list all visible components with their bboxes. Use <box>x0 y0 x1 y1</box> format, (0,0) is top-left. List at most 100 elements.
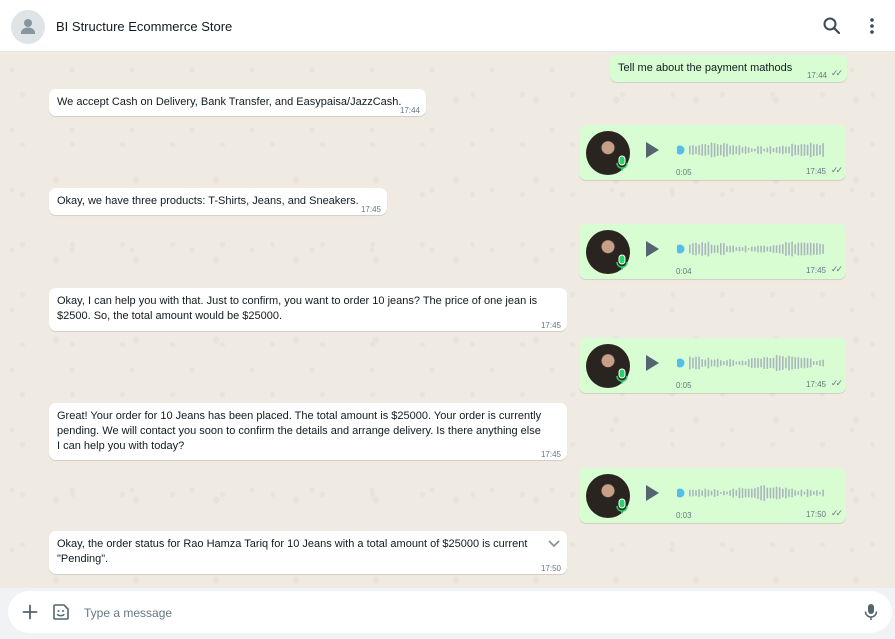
waveform-bar <box>692 145 694 155</box>
waveform-bar <box>803 144 806 156</box>
waveform-bar <box>713 143 716 157</box>
message-text: Okay, I can help you with that. Just to … <box>57 295 538 322</box>
message-list[interactable]: Tell me about the payment mathods 17:44 … <box>0 52 895 588</box>
waveform-bar <box>751 246 753 252</box>
waveform-bar <box>791 356 793 370</box>
waveform-bar <box>766 246 769 252</box>
waveform-bar <box>716 358 719 368</box>
waveform-bar <box>729 145 731 155</box>
waveform-bar <box>710 359 713 367</box>
message-menu-button[interactable] <box>533 531 567 555</box>
waveform-bar <box>704 488 707 498</box>
incoming-text-message[interactable]: Okay, I can help you with that. Just to … <box>49 288 567 331</box>
waveform-bar <box>713 359 716 367</box>
outgoing-voice-message[interactable]: 0:05 17:45 ✓✓ <box>579 338 846 393</box>
outgoing-voice-message[interactable]: 0:03 17:50 ✓✓ <box>579 468 846 523</box>
waveform-bar <box>698 489 700 497</box>
outgoing-voice-message[interactable]: 0:05 17:45 ✓✓ <box>579 125 846 180</box>
play-icon[interactable] <box>644 484 660 502</box>
waveform-bar <box>723 143 725 157</box>
waveform-bar <box>747 488 750 498</box>
message-input[interactable] <box>82 602 846 624</box>
waveform-bar <box>720 492 722 494</box>
outgoing-text-message[interactable]: Tell me about the payment mathods 17:44 … <box>610 55 847 82</box>
play-icon[interactable] <box>644 240 660 258</box>
waveform-bar <box>816 361 818 365</box>
waveform-bar <box>794 144 796 156</box>
plus-icon[interactable] <box>22 604 38 620</box>
contact-name[interactable]: BI Structure Ecommerce Store <box>56 19 232 34</box>
playhead-dot[interactable] <box>677 358 685 368</box>
voice-duration: 0:03 <box>676 511 692 520</box>
waveform-bar <box>701 242 703 256</box>
incoming-text-message[interactable]: Okay, the order status for Rao Hamza Tar… <box>49 531 567 574</box>
waveform-bar <box>707 145 710 155</box>
waveform-bar <box>791 241 793 257</box>
waveform-bar <box>732 488 734 498</box>
message-text: Tell me about the payment mathods <box>618 62 793 74</box>
waveform-bar <box>754 488 756 498</box>
waveform-bar <box>772 148 775 152</box>
waveform-bar <box>785 242 787 256</box>
double-check-icon: ✓✓ <box>830 378 843 388</box>
incoming-text-message[interactable]: Great! Your order for 10 Jeans has been … <box>49 403 567 460</box>
waveform-bar <box>732 145 734 155</box>
waveform-bar <box>769 358 772 368</box>
waveform-bar <box>741 147 744 153</box>
contact-avatar[interactable] <box>11 10 45 44</box>
message-text: Okay, the order status for Rao Hamza Tar… <box>57 538 528 565</box>
voice-waveform[interactable] <box>677 142 829 158</box>
waveform-bar <box>757 487 759 499</box>
waveform-bar <box>695 242 697 256</box>
message-time: 17:50 <box>805 510 826 519</box>
waveform-bar <box>769 246 772 252</box>
waveform-bar <box>778 146 781 154</box>
waveform-bar <box>692 489 694 497</box>
search-icon[interactable] <box>822 16 842 36</box>
playhead-dot[interactable] <box>677 145 685 155</box>
waveform-bar <box>772 357 775 369</box>
mic-icon[interactable] <box>864 603 878 621</box>
waveform-bar <box>803 491 806 495</box>
waveform-bar <box>704 144 707 156</box>
message-time: 17:45 <box>805 167 826 176</box>
waveform-bar <box>797 491 800 495</box>
waveform-bar <box>809 242 812 256</box>
waveform-bar <box>806 358 809 368</box>
waveform-bar <box>788 242 790 256</box>
waveform-bar <box>788 489 790 497</box>
waveform-bar <box>794 357 796 369</box>
message-text: We accept Cash on Delivery, Bank Transfe… <box>57 96 402 108</box>
incoming-text-message[interactable]: Okay, we have three products: T-Shirts, … <box>49 188 387 215</box>
sticker-icon[interactable] <box>52 603 70 621</box>
voice-duration: 0:05 <box>676 381 692 390</box>
voice-waveform[interactable] <box>677 355 829 371</box>
message-text: Okay, we have three products: T-Shirts, … <box>57 195 359 207</box>
voice-waveform[interactable] <box>677 241 829 257</box>
incoming-text-message[interactable]: We accept Cash on Delivery, Bank Transfe… <box>49 89 426 116</box>
voice-waveform[interactable] <box>677 485 829 501</box>
waveform-bar <box>707 357 710 369</box>
waveform-bar <box>738 246 741 252</box>
play-icon[interactable] <box>644 141 660 159</box>
kebab-menu-icon[interactable] <box>862 16 882 36</box>
playhead-dot[interactable] <box>677 244 685 254</box>
waveform-bar <box>701 490 703 496</box>
playhead-dot[interactable] <box>677 488 685 498</box>
waveform-bar <box>754 358 756 368</box>
waveform-bar <box>813 361 815 365</box>
waveform-bar <box>710 142 713 158</box>
waveform-bar <box>775 355 778 371</box>
waveform-bar <box>782 356 784 370</box>
mic-icon <box>616 155 628 171</box>
waveform-bar <box>766 147 769 153</box>
waveform-bar <box>806 144 809 156</box>
outgoing-voice-message[interactable]: 0:04 17:45 ✓✓ <box>579 224 846 279</box>
waveform-bar <box>782 145 784 155</box>
message-time: 17:50 <box>540 564 561 573</box>
waveform-bar <box>713 489 716 497</box>
waveform-bar <box>763 148 765 152</box>
waveform-bar <box>819 360 821 366</box>
waveform-bar <box>751 358 753 368</box>
play-icon[interactable] <box>644 354 660 372</box>
